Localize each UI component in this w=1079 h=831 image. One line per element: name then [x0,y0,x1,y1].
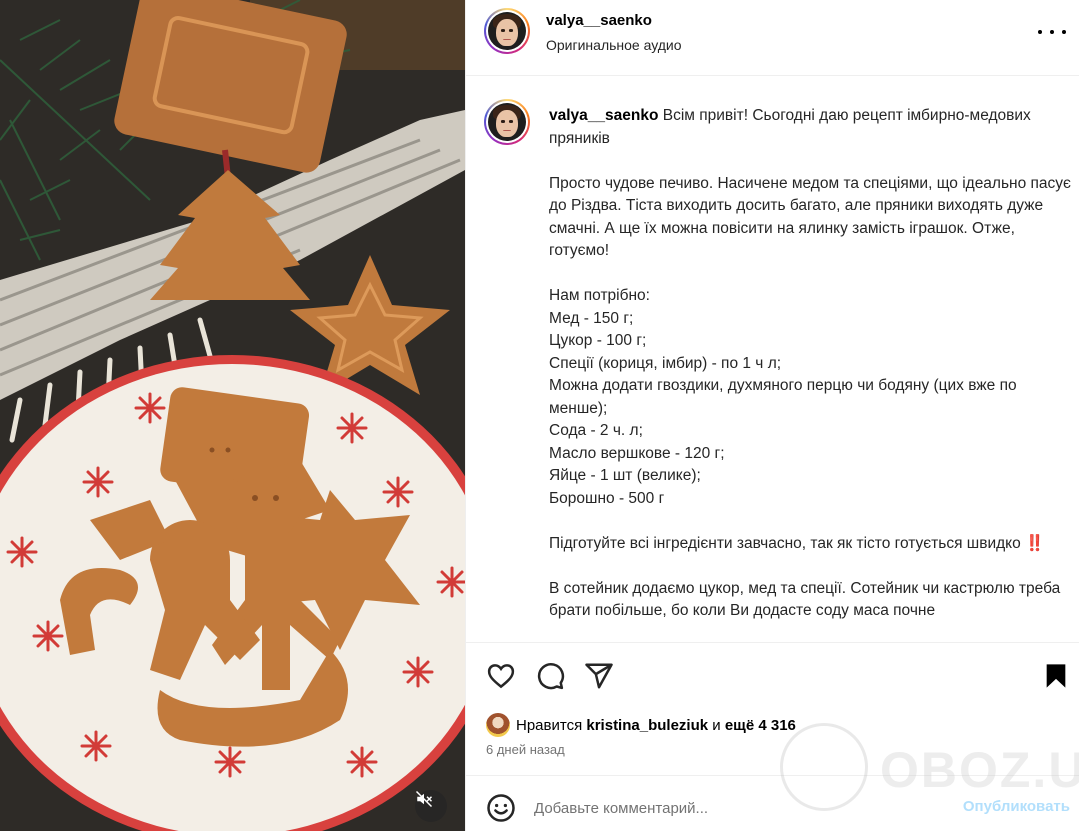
mute-toggle-button[interactable] [415,790,447,822]
more-options-button[interactable] [1038,22,1066,42]
likes-summary[interactable]: Нравится kristina_buleziuk и ещё 4 316 [486,713,796,737]
comment-icon[interactable] [535,661,565,691]
caption-text: valya__saenko Всім привіт! Сьогодні даю … [549,105,1074,623]
liker-avatar[interactable] [486,713,510,737]
author-username[interactable]: valya__saenko [546,12,652,29]
comment-input[interactable] [534,793,934,823]
caption-avatar[interactable] [484,99,530,145]
caption-step: В сотейник додаємо цукор, мед та спеції.… [549,579,1061,620]
post-actions: Нравится kristina_buleziuk и ещё 4 316 6… [466,642,1079,775]
author-avatar[interactable] [484,8,530,54]
post-header: valya__saenko Оригинальное аудио [466,0,1079,76]
speaker-muted-icon [415,790,433,808]
ingredient-item: Мед - 150 г; [549,309,634,327]
ingredients-title: Нам потрібно: [549,287,650,304]
caption-paragraph: Просто чудове печиво. Насичене медом та … [549,174,1071,260]
caption-prep: Підготуйте всі інгредієнти завчасно, так… [549,534,1021,552]
ingredient-item: Спеції (кориця, імбир) - по 1 ч л; [549,354,782,372]
caption-username[interactable]: valya__saenko [549,107,658,124]
ingredient-item: Можна додати гвоздики, духмяного перцю ч… [549,377,1017,417]
comment-bar: Опубликовать [466,775,1079,831]
likes-count[interactable]: ещё 4 316 [725,717,796,734]
publish-comment-button[interactable]: Опубликовать [963,798,1070,815]
ingredient-item: Сода - 2 ч. л; [549,422,643,439]
gingerbread-photo [0,0,465,831]
ingredient-item: Цукор - 100 г; [549,332,647,349]
heart-icon[interactable] [486,661,516,691]
likes-conj: и [712,716,721,734]
share-icon[interactable] [584,661,614,691]
post-details-panel: valya__saenko Оригинальное аудио valya__… [465,0,1079,831]
more-dot-icon [1050,30,1054,34]
more-dot-icon [1038,30,1042,34]
ingredient-item: Яйце - 1 шт (велике); [549,467,701,484]
emoji-icon[interactable] [486,793,516,823]
ingredient-item: Борошно - 500 г [549,489,665,507]
caption-scroll-area[interactable]: valya__saenko Всім привіт! Сьогодні даю … [466,77,1079,642]
likes-prefix: Нравится [516,716,583,734]
post-media[interactable] [0,0,465,831]
ingredient-item: Масло вершкове - 120 г; [549,444,725,462]
bookmark-icon[interactable] [1042,661,1070,691]
audio-label[interactable]: Оригинальное аудио [546,37,682,53]
double-exclamation-emoji: ‼️ [1025,534,1044,552]
liker-username[interactable]: kristina_buleziuk [586,717,708,734]
post-date[interactable]: 6 дней назад [486,742,565,757]
more-dot-icon [1062,30,1066,34]
